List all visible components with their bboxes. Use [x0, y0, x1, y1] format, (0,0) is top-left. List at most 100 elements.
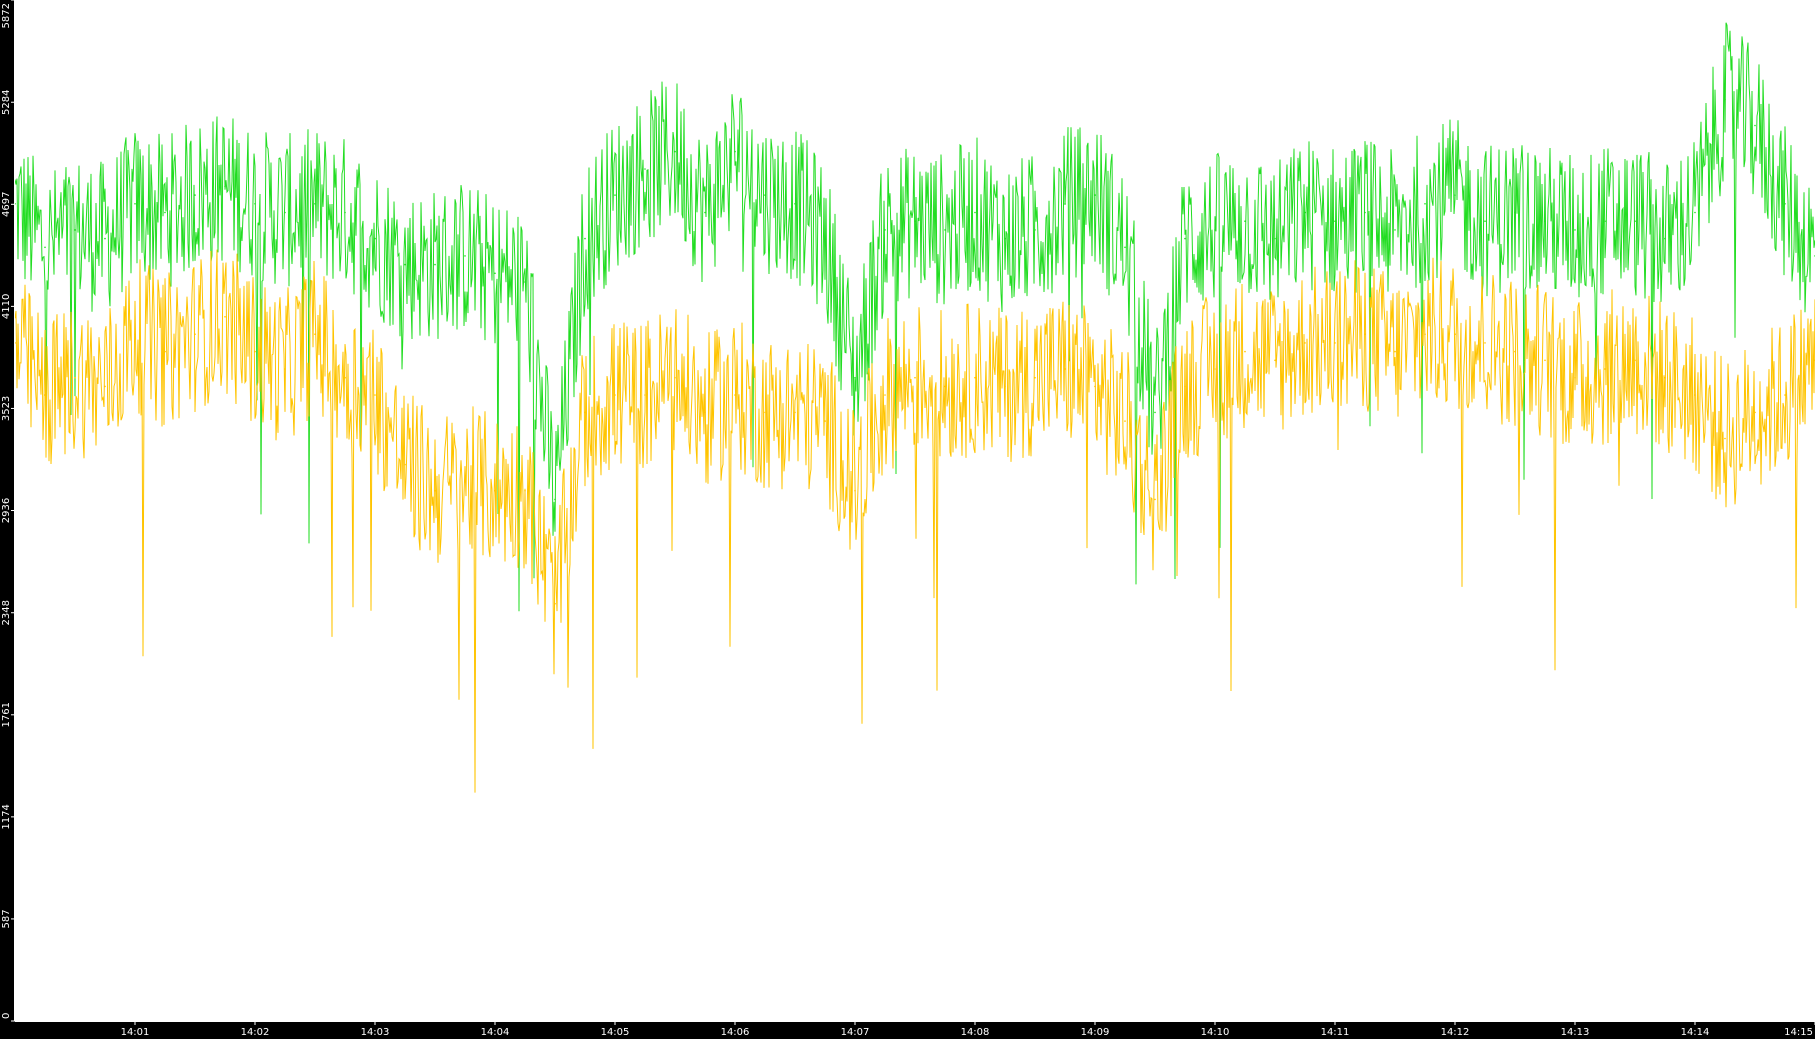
data-point [1604, 368, 1606, 370]
data-point [434, 263, 436, 266]
data-point [824, 420, 826, 422]
data-point [1124, 420, 1126, 422]
data-point [734, 394, 736, 396]
data-point [254, 203, 256, 205]
data-point [644, 394, 646, 396]
y-tick-label: 1174 [1, 804, 12, 829]
data-point [914, 376, 916, 379]
data-point [1574, 229, 1576, 231]
data-point [674, 376, 676, 379]
data-point [404, 263, 406, 266]
data-point [1634, 220, 1636, 222]
data-point [1244, 350, 1246, 353]
data-point [854, 376, 856, 379]
line-chart: 0 587 1174 1761 2348 2936 3523 4110 4697 5284 5872… [1, 0, 1815, 1038]
data-point [614, 394, 616, 396]
data-point [794, 203, 796, 205]
data-point [884, 394, 886, 396]
x-tick-label: 14:15 [1784, 1027, 1813, 1038]
y-tick-label: 4697 [1, 192, 12, 217]
data-point [1424, 203, 1426, 205]
data-point [1154, 498, 1156, 501]
data-point [494, 272, 496, 275]
data-point [1694, 211, 1696, 214]
x-tick-label: 14:07 [841, 1027, 870, 1038]
data-point [524, 489, 526, 492]
data-point [494, 489, 496, 492]
x-tick-label: 14:05 [601, 1027, 630, 1038]
data-point [824, 237, 826, 240]
data-point [944, 385, 946, 388]
data-point [884, 229, 886, 231]
data-point [764, 411, 766, 414]
data-point [1664, 237, 1666, 240]
x-ticks: 14:01 14:02 14:03 14:04 14:05 14:06 14:07 14:08… [121, 1021, 1815, 1038]
y-ticks: 0 587 1174 1761 2348 2936 3523 4110 4697 5284 5872 [1, 0, 15, 1022]
data-point [284, 368, 286, 370]
data-point [1184, 385, 1186, 388]
data-point [1514, 350, 1516, 353]
data-point [284, 211, 286, 214]
data-point [944, 229, 946, 231]
plot-background [15, 0, 1815, 1021]
x-tick-label: 14:09 [1081, 1027, 1110, 1038]
data-point [554, 498, 556, 501]
x-tick-label: 14:03 [361, 1027, 390, 1038]
data-point [1634, 359, 1636, 362]
y-tick-label: 2348 [1, 600, 12, 625]
data-point [1784, 394, 1786, 396]
x-tick-label: 14:01 [121, 1027, 150, 1038]
data-point [674, 150, 676, 153]
data-point [1064, 203, 1066, 205]
data-point [1154, 411, 1156, 414]
data-point [1274, 359, 1276, 362]
data-point [374, 394, 376, 396]
y-tick-label: 4110 [1, 294, 12, 319]
data-point [974, 211, 976, 214]
data-point [854, 489, 856, 492]
data-point [194, 194, 196, 196]
data-point [74, 229, 76, 231]
data-point [584, 411, 586, 414]
data-point [344, 211, 346, 214]
data-point [134, 203, 136, 205]
data-point [164, 211, 166, 214]
data-point [1364, 333, 1366, 336]
data-point [524, 281, 526, 283]
data-point [164, 350, 166, 353]
data-point [1214, 229, 1216, 231]
data-point [1034, 229, 1036, 231]
x-tick-label: 14:04 [481, 1027, 510, 1038]
data-point [44, 394, 46, 396]
data-point [1004, 237, 1006, 240]
data-point [1064, 368, 1066, 370]
data-point [1304, 211, 1306, 214]
data-point [404, 463, 406, 466]
data-point [74, 376, 76, 379]
data-point [1184, 237, 1186, 240]
x-tick-label: 14:06 [721, 1027, 750, 1038]
data-point [914, 220, 916, 222]
data-point [314, 333, 316, 336]
data-point [1004, 385, 1006, 388]
data-point [1334, 220, 1336, 222]
y-tick-label: 5872 [1, 3, 12, 28]
data-point [614, 194, 616, 196]
data-point [194, 333, 196, 336]
data-point [1664, 376, 1666, 379]
data-point [1484, 220, 1486, 222]
data-point [1514, 211, 1516, 214]
data-point [1454, 194, 1456, 196]
y-tick-label: 2936 [1, 498, 12, 523]
data-point [464, 255, 466, 257]
data-point [1394, 229, 1396, 231]
data-point [1454, 333, 1456, 336]
data-point [704, 211, 706, 214]
data-point [1094, 194, 1096, 196]
data-point [1754, 411, 1756, 414]
data-point [134, 333, 136, 336]
data-point [1604, 220, 1606, 222]
data-point [1124, 246, 1126, 249]
data-point [374, 237, 376, 240]
data-point [764, 194, 766, 196]
